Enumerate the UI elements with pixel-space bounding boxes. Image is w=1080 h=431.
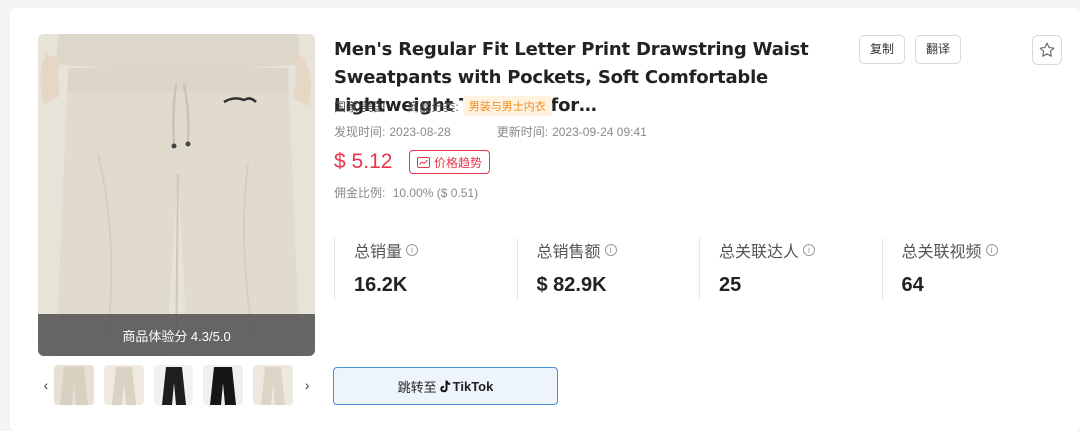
stat-total-revenue: 总销售额 i $ 82.9K [516,238,700,300]
stat-value: 16.2K [354,274,408,296]
thumbnail-image [59,367,88,405]
price-trend-label: 价格趋势 [434,155,483,170]
thumbnail-image [161,367,186,405]
stat-value: 64 [901,274,924,296]
thumbnail-1[interactable] [53,365,94,405]
copy-button[interactable]: 复制 [859,35,906,64]
country-label: 国家: [334,99,362,114]
info-icon[interactable]: i [406,244,419,256]
commission-value: 10.00% ($ 0.51) [392,186,479,200]
stat-total-creators: 总关联达人 i 25 [699,238,882,300]
info-icon[interactable]: i [604,244,617,256]
translate-button[interactable]: 翻译 [915,35,962,64]
goto-tiktok-button[interactable]: 跳转至 TikTok [333,367,558,405]
tiktok-brand: TikTok [452,378,494,394]
star-icon [1039,42,1055,57]
commission-row: 佣金比例: 10.00% ($ 0.51) [334,184,478,201]
stat-total-videos: 总关联视频 i 64 [881,238,1065,300]
category-tag[interactable]: 男装与男士内衣 [462,96,552,116]
stats-row: 总销量 i 16.2K 总销售额 i $ 82.9K 总关联达人 i 25 总关联视频… [334,238,1064,300]
info-icon[interactable]: i [985,244,998,256]
category-label: 商品分类: [407,99,459,114]
sweatpants-image [38,34,315,356]
found-value: 2023-08-28 [389,124,451,139]
chevron-left-icon[interactable]: ‹ [38,377,54,393]
stat-value: 25 [719,274,742,296]
thumbnail-5[interactable] [253,365,294,405]
stat-value: $ 82.9K [536,274,607,296]
updated-label: 更新时间: [496,125,549,139]
thumbnail-strip: ‹ › [38,364,315,406]
product-score-bar: 商品体验分 4.3/5.0 [38,314,315,356]
tiktok-prefix: 跳转至 [397,379,437,395]
favorite-button[interactable] [1032,35,1062,65]
country-value: 美国 [361,99,386,114]
thumbnail-image [261,367,286,405]
thumbnail-4[interactable] [203,365,244,405]
tiktok-icon [439,380,450,392]
stat-label: 总关联达人 [719,244,800,261]
stat-label: 总销售额 [536,244,601,261]
product-main-image[interactable]: 商品体验分 4.3/5.0 [38,34,315,356]
chart-icon [417,156,430,168]
country-category-row: 国家: 美国 商品分类: 男装与男士内衣 [334,96,552,116]
info-icon[interactable]: i [803,244,816,256]
price-trend-button[interactable]: 价格趋势 [409,150,491,174]
found-label: 发现时间: [334,125,386,139]
thumbnail-3[interactable] [153,365,194,405]
thumbnail-image [210,367,237,405]
thumbnail-image [111,367,136,405]
commission-label: 佣金比例: [334,186,386,200]
stat-total-sales: 总销量 i 16.2K [334,238,517,300]
updated-value: 2023-09-24 09:41 [552,124,647,139]
thumbnail-2[interactable] [103,365,144,405]
chevron-right-icon[interactable]: › [299,377,315,393]
stat-label: 总关联视频 [901,244,982,261]
dates-row: 发现时间: 2023-08-28 更新时间: 2023-09-24 09:41 [334,123,647,140]
stat-label: 总销量 [354,244,403,261]
price-value: $ 5.12 [334,150,393,173]
